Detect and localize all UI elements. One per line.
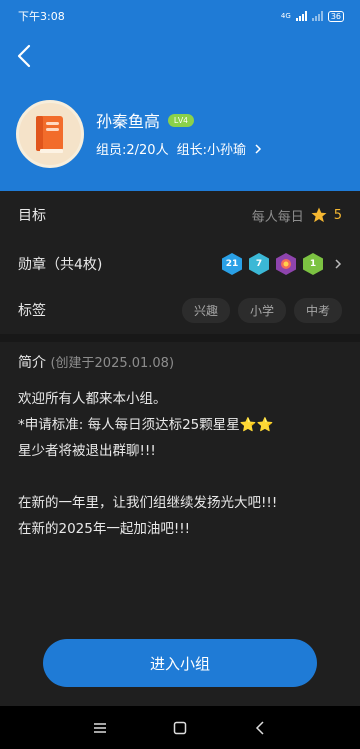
medals-list: 21 7 1 — [222, 253, 342, 275]
status-bar: 下午3:08 4G 36 — [0, 0, 360, 32]
created-date: (创建于2025.01.08) — [50, 356, 175, 371]
medal-badge: 7 — [249, 253, 269, 275]
join-group-button[interactable]: 进入小组 — [43, 639, 317, 687]
back-icon[interactable] — [249, 717, 271, 739]
goal-value: 每人每日 5 — [252, 206, 342, 225]
group-header: 下午3:08 4G 36 孙秦鱼高 LV4 组员:2/20人 组长:小孙瑜 — [0, 0, 360, 191]
network-label: 4G — [280, 12, 291, 20]
medals-label: 勋章（共4枚) — [18, 257, 103, 273]
intro-line: 欢迎所有人都来本小组。 — [18, 391, 167, 407]
intro-line: 星少者将被退出群聊!!! — [18, 443, 156, 459]
intro-body: 欢迎所有人都来本小组。 *申请标准: 每人每日须达标25颗星星⭐⭐ 星少者将被退… — [18, 386, 348, 542]
tag-chip: 中考 — [293, 297, 342, 323]
medal-badge: 1 — [303, 253, 323, 275]
group-members-info[interactable]: 组员:2/20人 组长:小孙瑜 — [96, 139, 262, 158]
group-avatar — [16, 100, 84, 168]
tag-list: 兴趣 小学 中考 — [181, 297, 342, 323]
intro-line: *申请标准: 每人每日须达标25颗星星⭐⭐ — [18, 417, 274, 433]
status-time: 下午3:08 — [18, 10, 65, 23]
goal-star-count: 5 — [333, 207, 342, 223]
member-count: 组员:2/20人 — [96, 143, 169, 158]
group-title: 孙秦鱼高 LV4 — [96, 108, 194, 132]
chevron-right-icon — [335, 259, 342, 269]
medals-row[interactable]: 勋章（共4枚) 21 7 1 — [0, 240, 360, 288]
intro-line: 在新的2025年一起加油吧!!! — [18, 521, 191, 537]
section-divider — [0, 334, 360, 342]
status-icons: 4G 36 — [280, 10, 344, 22]
home-icon[interactable] — [169, 717, 191, 739]
menu-icon[interactable] — [89, 717, 111, 739]
book-icon — [36, 116, 63, 153]
tags-label: 标签 — [18, 303, 46, 319]
medal-badge — [276, 253, 296, 275]
level-badge: LV4 — [168, 113, 194, 127]
intro-heading: 简介 (创建于2025.01.08) — [18, 352, 174, 372]
star-icon — [311, 207, 327, 223]
group-name: 孙秦鱼高 — [96, 112, 161, 131]
tags-row: 标签 兴趣 小学 中考 — [0, 286, 360, 334]
group-leader: 组长:小孙瑜 — [176, 143, 246, 158]
battery-icon: 36 — [327, 10, 344, 22]
tag-chip: 小学 — [237, 297, 286, 323]
medal-badge: 21 — [222, 253, 242, 275]
tag-chip: 兴趣 — [181, 297, 230, 323]
goal-label: 目标 — [18, 208, 46, 224]
signal-icon — [295, 11, 307, 21]
intro-line — [18, 464, 348, 490]
goal-text: 每人每日 — [251, 209, 304, 225]
system-nav-bar — [0, 706, 360, 749]
medal-emblem-icon — [281, 259, 291, 269]
chevron-right-icon — [255, 143, 262, 154]
signal-icon-2 — [311, 11, 323, 21]
intro-line: 在新的一年里，让我们组继续发扬光大吧!!! — [18, 495, 278, 511]
back-arrow-icon[interactable] — [14, 42, 38, 70]
intro-title: 简介 — [18, 355, 46, 371]
goal-row: 目标 每人每日 5 — [0, 191, 360, 239]
